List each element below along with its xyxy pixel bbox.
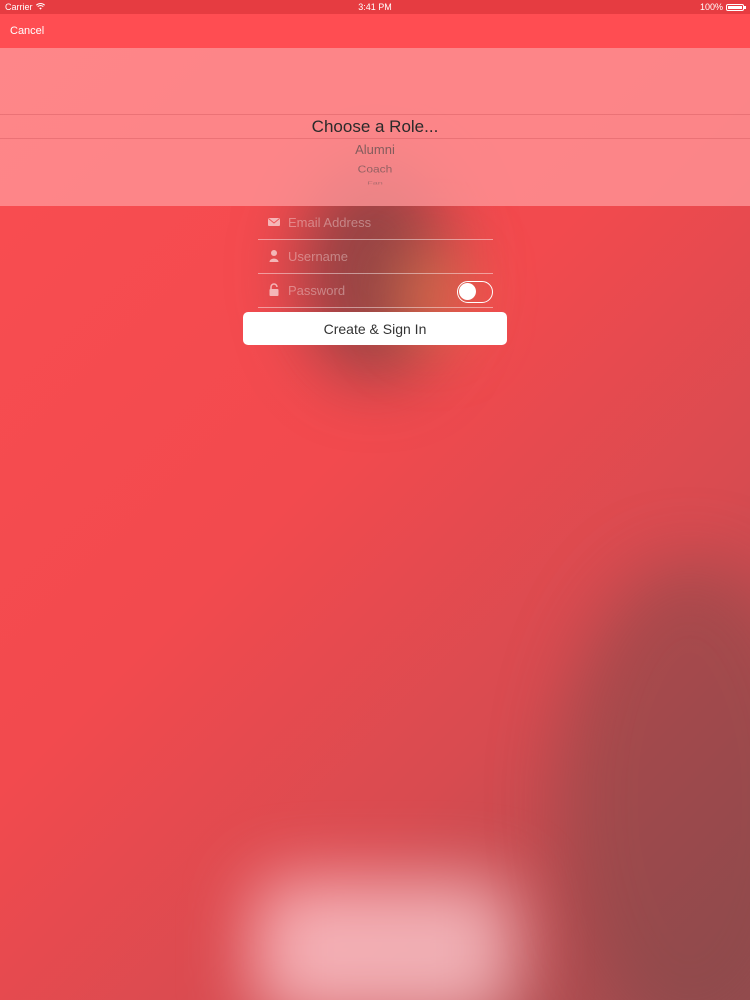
blur-shape [560,560,750,1000]
lock-icon [267,283,281,297]
picker-option[interactable]: Alumni [0,142,750,157]
blur-shape [255,880,515,1000]
email-input[interactable] [288,212,448,232]
toggle-knob [459,283,476,300]
picker-option[interactable]: Fan [0,180,750,186]
username-row [258,240,493,274]
status-bar: Carrier 3:41 PM 100% [0,0,750,14]
picker-selection-line [0,114,750,115]
password-input[interactable] [288,280,448,300]
cancel-button[interactable]: Cancel [10,25,44,37]
signup-form [258,206,493,308]
picker-option-selected[interactable]: Choose a Role... [0,117,750,137]
battery-status: 100% [699,2,746,12]
status-time: 3:41 PM [358,2,392,12]
picker-option[interactable]: Coach [0,163,750,175]
show-password-toggle[interactable] [457,281,493,303]
envelope-icon [267,215,281,229]
create-sign-in-button[interactable]: Create & Sign In [243,312,507,345]
role-picker[interactable]: Choose a Role... Alumni Coach Fan [0,48,750,206]
password-row [258,274,493,308]
battery-percent: 100% [699,2,723,12]
picker-selection-line [0,138,750,139]
email-row [258,206,493,240]
navigation-bar: Cancel [0,14,750,48]
person-icon [267,249,281,263]
username-input[interactable] [288,246,448,266]
battery-icon [726,3,746,11]
